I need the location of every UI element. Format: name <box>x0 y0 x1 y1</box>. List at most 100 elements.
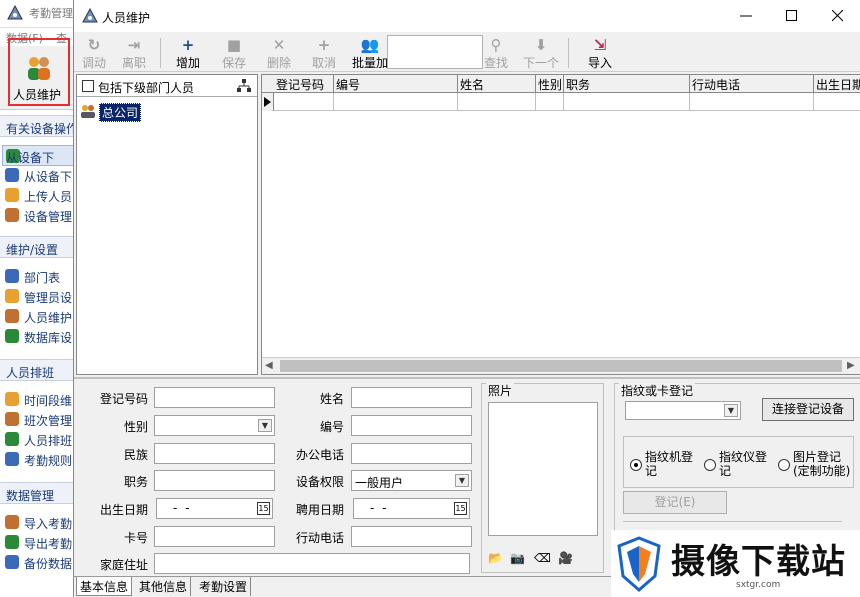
eraser-icon[interactable]: ⌫ <box>534 551 551 565</box>
column-header[interactable]: 登记号码 <box>274 75 334 93</box>
scroll-left-icon[interactable]: ◀ <box>265 360 273 371</box>
nav-item[interactable]: 导出考勤 <box>2 532 74 552</box>
field-input-mid-5[interactable] <box>351 526 472 547</box>
nav-item[interactable]: 导入考勤 <box>2 512 74 532</box>
calendar-icon[interactable]: 15 <box>454 502 467 515</box>
org-chart-icon[interactable] <box>237 79 251 93</box>
connect-device-button[interactable]: 连接登记设备 <box>762 398 854 421</box>
date-value: - - <box>370 501 389 515</box>
table-cell[interactable] <box>536 93 564 111</box>
column-header[interactable]: 职务 <box>564 75 690 93</box>
column-header[interactable]: 行动电话 <box>690 75 814 93</box>
toolbar-button-4[interactable]: ✕ 删除 <box>259 34 299 70</box>
close-icon <box>832 10 844 22</box>
table-cell[interactable] <box>334 93 458 111</box>
nav-section-label: 有关设备操作 <box>6 122 79 136</box>
clock-icon <box>5 392 19 406</box>
field-input-mid-2[interactable] <box>351 443 472 464</box>
column-header[interactable]: 姓名 <box>458 75 536 93</box>
nav-item[interactable]: 备份数据 <box>2 552 74 572</box>
radio-fingerprint-reader[interactable] <box>704 459 716 471</box>
toolbar-separator <box>568 38 569 68</box>
search-input[interactable] <box>387 35 483 69</box>
chevron-down-icon: ▼ <box>258 419 272 432</box>
device-permission-select[interactable]: 一般用户 ▼ <box>351 470 472 491</box>
nav-item[interactable]: 数据库设 <box>2 326 74 346</box>
nav-item[interactable]: 从设备下 <box>2 145 74 166</box>
column-header[interactable]: 编号 <box>334 75 458 93</box>
dialog-title: 人员维护 <box>102 11 151 25</box>
nav-section-header[interactable]: 数据管理 <box>0 482 74 504</box>
nav-item[interactable]: 部门表 <box>2 266 74 286</box>
toolbar-button-3[interactable]: ■ 保存 <box>214 34 254 70</box>
nav-section-header[interactable]: 有关设备操作 <box>0 115 78 137</box>
table-cell[interactable] <box>814 93 860 111</box>
plus-icon: + <box>317 36 331 54</box>
nav-item[interactable]: 人员排班 <box>2 429 74 449</box>
nav-section-header[interactable]: 人员排班 <box>0 359 74 381</box>
radio-fingerprint-machine[interactable] <box>630 459 642 471</box>
birth-date-field[interactable]: - - 15 <box>156 498 273 519</box>
photo-box[interactable] <box>488 402 598 536</box>
field-input-0[interactable] <box>154 387 275 408</box>
table-cell[interactable] <box>458 93 536 111</box>
toolbar-button-2[interactable]: + 增加 <box>168 34 208 70</box>
maximize-button[interactable] <box>769 0 815 32</box>
tab-1[interactable]: 其他信息 <box>136 577 192 596</box>
toolbar-button-1[interactable]: ⇥ 离职 <box>114 34 154 70</box>
include-sub-checkbox[interactable] <box>82 80 94 92</box>
nav-item[interactable]: 考勤规则 <box>2 449 74 469</box>
video-camera-icon[interactable]: 🎥 <box>558 551 574 565</box>
table-cell[interactable] <box>690 93 814 111</box>
hire-date-field[interactable]: - - 15 <box>353 498 470 519</box>
toolbar-button-9[interactable]: ⇲ 导入 <box>580 34 620 70</box>
nav-item[interactable]: 管理员设 <box>2 286 74 306</box>
nav-item[interactable]: 时间段维 <box>2 389 74 409</box>
toolbar-button-5[interactable]: + 取消 <box>304 34 344 70</box>
arrow-down-icon: ⬇ <box>534 36 548 54</box>
column-header[interactable]: 性别 <box>536 75 564 93</box>
field-input-6[interactable] <box>154 553 470 574</box>
scroll-thumb[interactable] <box>280 360 842 372</box>
table-cell[interactable] <box>274 93 334 111</box>
field-input-3[interactable] <box>154 470 275 491</box>
scroll-right-icon[interactable]: ▶ <box>847 360 855 371</box>
nav-item[interactable]: 从设备下 <box>2 165 74 185</box>
device-select[interactable]: ▼ <box>625 401 741 420</box>
toolbar-button-label: 调动 <box>81 56 106 70</box>
open-folder-icon[interactable]: 📂 <box>488 551 504 565</box>
radio-image-register[interactable] <box>778 459 790 471</box>
camera-icon[interactable]: 📷 <box>510 551 526 565</box>
watermark-url: sxtgr.com <box>736 580 781 590</box>
toolbar-button-8[interactable]: ⬇ 下一个 <box>517 34 565 70</box>
nav-item[interactable]: 设备管理 <box>2 205 74 225</box>
table-cell[interactable] <box>564 93 690 111</box>
horizontal-scrollbar[interactable]: ◀ ▶ <box>262 357 860 374</box>
field-label: 登记号码 <box>99 392 148 406</box>
calendar-icon[interactable]: 15 <box>257 502 270 515</box>
close-button[interactable] <box>815 0 860 32</box>
toolbar-separator <box>160 38 161 68</box>
personnel-maintenance-big-button[interactable]: 人员维护 <box>8 38 70 106</box>
field-input-mid-1[interactable] <box>351 415 472 436</box>
field-input-5[interactable] <box>154 526 275 547</box>
field-input-mid-0[interactable] <box>351 387 472 408</box>
nav-item[interactable]: 班次管理 <box>2 409 74 429</box>
watermark: 摄像下载站 sxtgr.com <box>611 530 860 597</box>
nav-item[interactable]: 人员维护 <box>2 306 74 326</box>
column-header[interactable]: 出生日期 <box>814 75 860 93</box>
personnel-grid: 登记号码 编号 姓名 性别 职务 行动电话 出生日期 ◀ ▶ <box>261 74 860 375</box>
export-icon <box>5 535 19 549</box>
gender-select[interactable]: ▼ <box>154 415 275 436</box>
tab-0[interactable]: 基本信息 <box>76 577 133 596</box>
tab-2[interactable]: 考勤设置 <box>196 577 252 596</box>
minimize-button[interactable] <box>723 0 769 32</box>
person-leave-icon: ⇥ <box>127 36 141 54</box>
register-button[interactable]: 登记(E) <box>623 491 727 514</box>
field-input-2[interactable] <box>154 443 275 464</box>
table-row[interactable] <box>262 93 860 111</box>
nav-item[interactable]: 上传人员 <box>2 185 74 205</box>
row-indicator <box>262 93 274 111</box>
nav-section-header[interactable]: 维护/设置 <box>0 236 74 258</box>
toolbar-button-0[interactable]: ↻ 调动 <box>74 34 114 70</box>
